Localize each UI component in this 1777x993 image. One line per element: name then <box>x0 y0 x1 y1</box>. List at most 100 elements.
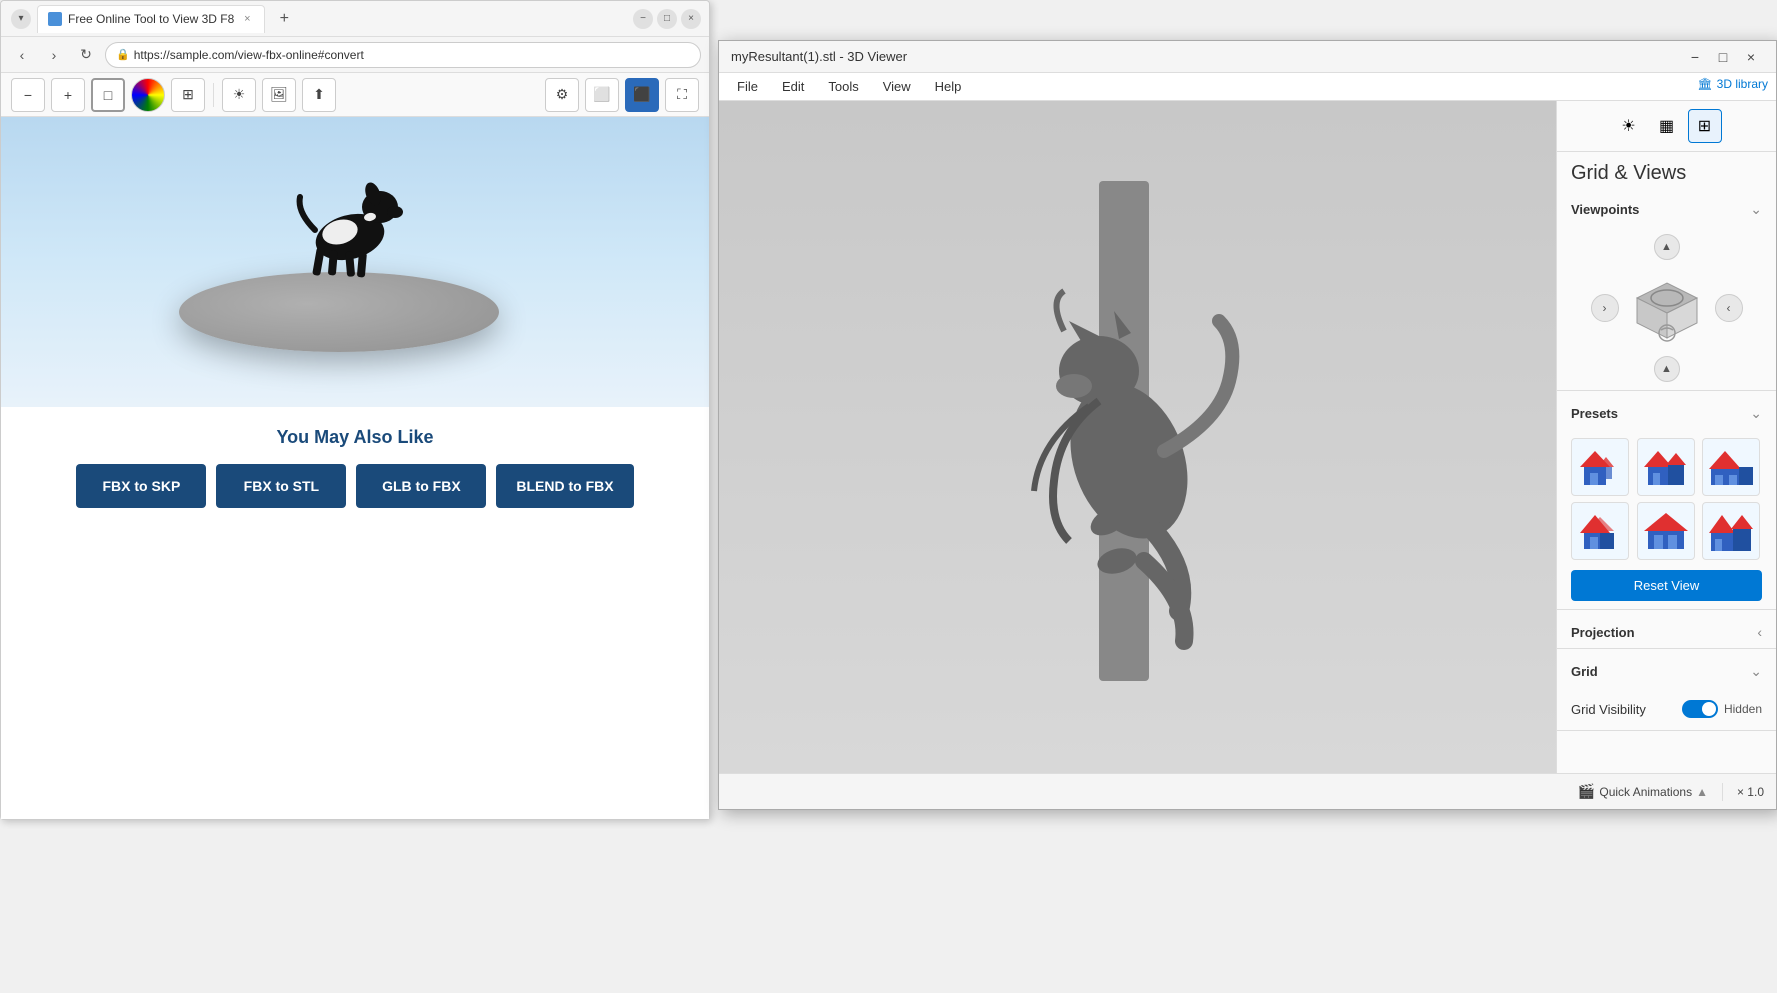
upload-button[interactable]: ⬆ <box>302 78 336 112</box>
viewer-app-win-controls: − □ × <box>1682 44 1764 70</box>
grid-visibility-row: Grid Visibility Hidden <box>1571 696 1762 722</box>
preset-1-svg <box>1576 443 1624 491</box>
viewpoint-down-btn[interactable]: ▲ <box>1654 356 1680 382</box>
url-input[interactable] <box>134 48 690 62</box>
browser-maximize-btn[interactable]: □ <box>657 9 677 29</box>
viewpoints-header[interactable]: Viewpoints ⌄ <box>1557 191 1776 226</box>
animation-icon: 🎬 <box>1578 783 1595 800</box>
forward-button[interactable]: › <box>41 42 67 68</box>
toggle-track[interactable] <box>1682 700 1718 718</box>
presets-header[interactable]: Presets ⌄ <box>1557 395 1776 430</box>
tab-title: Free Online Tool to View 3D F8 <box>68 12 234 26</box>
grid-chevron: ⌄ <box>1750 663 1762 680</box>
frame-button[interactable]: □ <box>91 78 125 112</box>
presets-chevron: ⌄ <box>1750 405 1762 422</box>
grid-section: Grid Visibility Hidden <box>1557 688 1776 730</box>
viewpoint-cube <box>1627 268 1707 348</box>
viewer-close-btn[interactable]: × <box>1738 44 1764 70</box>
viewer-app-menubar: File Edit Tools View Help 🏛 3D library <box>719 73 1776 101</box>
dog-figure <box>295 152 415 292</box>
browser-dropdown-btn[interactable]: ▾ <box>11 9 31 29</box>
preset-1[interactable] <box>1571 438 1629 496</box>
wolf-model-svg <box>969 181 1269 681</box>
panel-main-title: Grid & Views <box>1557 152 1776 191</box>
toolbar-divider <box>213 83 214 107</box>
preset-2[interactable] <box>1637 438 1695 496</box>
view-button[interactable]: ⬛ <box>625 78 659 112</box>
grid-visibility-toggle[interactable]: Hidden <box>1682 700 1762 718</box>
preset-5[interactable] <box>1637 502 1695 560</box>
tab-close-btn[interactable]: × <box>240 12 254 26</box>
viewer-app-body: ☀ ▦ ⊞ Grid & Views Viewpoints ⌄ ▲ <box>719 101 1776 773</box>
preset-4[interactable] <box>1571 502 1629 560</box>
browser-toolbar: ‹ › ↻ 🔒 <box>1 37 709 73</box>
preset-3-svg <box>1707 443 1755 491</box>
grid-button[interactable]: ⊞ <box>171 78 205 112</box>
3d-library-link[interactable]: 🏛 3D library <box>1697 77 1768 91</box>
viewpoints-chevron: ⌄ <box>1750 201 1762 218</box>
preset-4-svg <box>1576 507 1624 555</box>
viewpoint-left-btn[interactable]: › <box>1591 294 1619 322</box>
reset-view-button[interactable]: Reset View <box>1571 570 1762 601</box>
presets-grid <box>1571 438 1762 560</box>
back-button[interactable]: ‹ <box>9 42 35 68</box>
fbx-to-stl-button[interactable]: FBX to STL <box>216 464 346 508</box>
scene-container <box>1 117 709 407</box>
viewpoint-up-btn[interactable]: ▲ <box>1654 234 1680 260</box>
quick-animations-item[interactable]: 🎬 Quick Animations ▲ <box>1578 783 1708 800</box>
cube-button[interactable]: ⬜ <box>585 78 619 112</box>
viewer-toolbar: − + □ ⊞ ☀ 🖼 ⬆ ⚙ ⬜ ⬛ ⛶ <box>1 73 709 117</box>
menu-tools[interactable]: Tools <box>818 75 868 98</box>
zoom-in-button[interactable]: + <box>51 78 85 112</box>
preset-3[interactable] <box>1702 438 1760 496</box>
panel-icon-tabs: ☀ ▦ ⊞ <box>1557 101 1776 152</box>
panel-grid-icon-btn[interactable]: ▦ <box>1650 109 1684 143</box>
viewpoint-right-btn[interactable]: ‹ <box>1715 294 1743 322</box>
viewport-3d[interactable] <box>719 101 1556 773</box>
library-label: 3D library <box>1717 77 1768 91</box>
new-tab-button[interactable]: + <box>271 6 297 32</box>
quick-animations-label: Quick Animations <box>1599 785 1692 799</box>
browser-minimize-btn[interactable]: − <box>633 9 653 29</box>
viewer-minimize-btn[interactable]: − <box>1682 44 1708 70</box>
blend-to-fbx-button[interactable]: BLEND to FBX <box>496 464 633 508</box>
menu-file[interactable]: File <box>727 75 768 98</box>
fullscreen-button[interactable]: ⛶ <box>665 78 699 112</box>
address-bar[interactable]: 🔒 <box>105 42 701 68</box>
viewpoints-divider: Viewpoints ⌄ ▲ › <box>1557 191 1776 391</box>
projection-divider: Projection ‹ <box>1557 614 1776 649</box>
bottom-divider <box>1722 783 1723 801</box>
menu-view[interactable]: View <box>873 75 921 98</box>
preset-6[interactable] <box>1702 502 1760 560</box>
glb-to-fbx-button[interactable]: GLB to FBX <box>356 464 486 508</box>
viewpoint-up-row: ▲ <box>1571 234 1762 260</box>
grid-header[interactable]: Grid ⌄ <box>1557 653 1776 688</box>
fbx-to-skp-button[interactable]: FBX to SKP <box>76 464 206 508</box>
refresh-button[interactable]: ↻ <box>73 42 99 68</box>
grid-title: Grid <box>1571 664 1598 679</box>
browser-close-btn[interactable]: × <box>681 9 701 29</box>
presets-section: Reset View <box>1557 430 1776 609</box>
dog-svg <box>295 152 415 292</box>
color-button[interactable] <box>131 78 165 112</box>
menu-help[interactable]: Help <box>925 75 972 98</box>
viewer-restore-btn[interactable]: □ <box>1710 44 1736 70</box>
image-button[interactable]: 🖼 <box>262 78 296 112</box>
panel-sun-icon-btn[interactable]: ☀ <box>1612 109 1646 143</box>
settings-button[interactable]: ⚙ <box>545 78 579 112</box>
library-icon: 🏛 <box>1697 77 1712 91</box>
projection-header[interactable]: Projection ‹ <box>1557 614 1776 648</box>
sun-button[interactable]: ☀ <box>222 78 256 112</box>
zoom-out-button[interactable]: − <box>11 78 45 112</box>
viewer-app-title: myResultant(1).stl - 3D Viewer <box>731 49 907 64</box>
preset-6-svg <box>1707 507 1755 555</box>
tab-favicon-icon <box>48 12 62 26</box>
menu-edit[interactable]: Edit <box>772 75 814 98</box>
browser-window: ▾ Free Online Tool to View 3D F8 × + − □… <box>0 0 710 820</box>
viewer-app-titlebar: myResultant(1).stl - 3D Viewer − □ × <box>719 41 1776 73</box>
viewpoint-down-row: ▲ <box>1571 356 1762 382</box>
browser-tab[interactable]: Free Online Tool to View 3D F8 × <box>37 5 265 33</box>
projection-title: Projection <box>1571 625 1635 640</box>
panel-grid-views-icon-btn[interactable]: ⊞ <box>1688 109 1722 143</box>
browser-win-controls: ▾ <box>11 9 31 29</box>
